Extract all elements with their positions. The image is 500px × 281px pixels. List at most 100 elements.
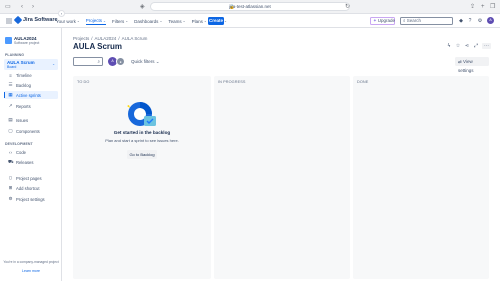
sidebar-item-code[interactable]: ‹› Code bbox=[4, 148, 58, 156]
sliders-icon: ⇌ bbox=[458, 59, 462, 64]
reload-icon[interactable]: ↻ bbox=[345, 3, 350, 11]
sidebar-item-timeline[interactable]: ≡ Timeline bbox=[4, 71, 58, 79]
project-sidebar: AULA2024 Software project PLANNING AULA … bbox=[0, 28, 62, 281]
breadcrumb: Projects / AULA2024/ AULA Scrum bbox=[73, 36, 148, 41]
search-icon: ⌕ bbox=[97, 59, 100, 64]
sidebar-item-add-shortcut[interactable]: ⊞ Add shortcut bbox=[4, 184, 58, 192]
nav-dashboards[interactable]: Dashboards ⌄ bbox=[134, 17, 162, 25]
nav-filters[interactable]: Filters ⌄ bbox=[112, 17, 128, 25]
star-icon[interactable]: ☆ bbox=[455, 43, 461, 49]
search-input[interactable]: ⌕ Search bbox=[400, 17, 453, 25]
nav-teams[interactable]: Teams ⌄ bbox=[168, 17, 185, 25]
sidebar-item-label: Issues bbox=[16, 117, 29, 123]
help-icon[interactable]: ? bbox=[467, 18, 473, 24]
reports-icon: ↗ bbox=[8, 103, 13, 108]
upgrade-button[interactable]: ✦Upgrade bbox=[370, 17, 395, 25]
board-type: Board bbox=[7, 65, 17, 69]
chevron-down-icon: ⌄ bbox=[182, 19, 186, 23]
chevron-left-icon: ‹ bbox=[60, 11, 63, 16]
breadcrumb-board[interactable]: AULA Scrum bbox=[122, 36, 148, 41]
share-icon[interactable]: ⇪ bbox=[470, 3, 475, 11]
sidebar-item-label: Backlog bbox=[16, 82, 31, 88]
nav-menu: Your work ⌄ Projects ⌄ Filters ⌄ Dashboards… bbox=[56, 17, 227, 25]
tabs-icon[interactable]: ❐ bbox=[490, 3, 495, 11]
lightning-icon[interactable]: ϟ bbox=[446, 43, 452, 49]
create-button[interactable]: Create bbox=[208, 17, 224, 25]
sidebar-item-label: Code bbox=[16, 149, 27, 155]
sidebar-item-label: Releases bbox=[16, 159, 34, 165]
sidebar-item-label: Project pages bbox=[16, 175, 42, 181]
jira-logo-icon bbox=[13, 15, 23, 25]
pages-icon: ▯ bbox=[9, 175, 12, 180]
column-header: DONE bbox=[357, 80, 369, 84]
sidebar-item-label: Project settings bbox=[16, 196, 45, 202]
chevron-down-icon: ⌄ bbox=[159, 19, 163, 23]
backlog-icon: ☰ bbox=[8, 82, 13, 87]
nav-projects[interactable]: Projects ⌄ bbox=[85, 17, 106, 25]
learn-more-link[interactable]: Learn more bbox=[0, 269, 62, 273]
sidebar-item-label: Timeline bbox=[16, 72, 32, 78]
project-avatar bbox=[5, 37, 12, 44]
empty-state-title: Get started in the backlog bbox=[113, 130, 171, 135]
view-settings-button[interactable]: ⇌ View settings bbox=[455, 57, 489, 73]
sidebar-item-active-sprints[interactable]: ▦ Active sprints bbox=[4, 91, 58, 99]
notifications-icon[interactable]: ◆ bbox=[458, 18, 464, 24]
forward-icon[interactable]: › bbox=[32, 3, 34, 11]
nav-plans[interactable]: Plans ⌄ bbox=[192, 17, 207, 25]
quick-filters-dropdown[interactable]: Quick filters ⌄ bbox=[131, 59, 160, 65]
unassigned-avatar[interactable]: ● bbox=[116, 57, 125, 66]
issues-icon: ▤ bbox=[8, 117, 13, 122]
app-switcher-icon[interactable] bbox=[6, 18, 12, 24]
sprint-illustration-icon bbox=[127, 102, 156, 126]
board-toolbar: ϟ ☆ ⋖ ⤢ ⋯ bbox=[446, 43, 491, 49]
search-placeholder: Search bbox=[406, 18, 422, 23]
board-icon: ▦ bbox=[8, 92, 13, 97]
chevron-down-icon: ⌄ bbox=[76, 19, 80, 23]
project-header[interactable]: AULA2024 Software project bbox=[5, 36, 39, 45]
nav-your-work[interactable]: Your work ⌄ bbox=[56, 17, 80, 25]
settings-icon[interactable]: ⚙ bbox=[477, 18, 483, 24]
sidebar-item-project-settings[interactable]: ⚙ Project settings bbox=[4, 195, 58, 203]
new-tab-icon[interactable]: + bbox=[481, 3, 485, 11]
sidebar-item-label: Add shortcut bbox=[16, 185, 40, 191]
search-icon: ⌕ bbox=[403, 18, 406, 23]
company-managed-note: You're in a company-managed project bbox=[3, 260, 59, 264]
collapse-sidebar-button[interactable]: ‹ bbox=[58, 10, 65, 17]
releases-icon: ⛟ bbox=[8, 158, 14, 164]
address-bar[interactable]: 🔒 jira-test-atlassian.net bbox=[150, 2, 350, 11]
top-navigation: Jira Software Your work ⌄ Projects ⌄ Filte… bbox=[0, 14, 500, 28]
planning-header: PLANNING bbox=[5, 53, 25, 57]
sidebar-toggle-icon[interactable]: ▭ bbox=[5, 3, 11, 11]
sidebar-item-label: Components bbox=[16, 128, 40, 134]
development-header: DEVELOPMENT bbox=[5, 142, 33, 146]
breadcrumb-projects[interactable]: Projects bbox=[73, 36, 89, 41]
board-selector[interactable]: AULA Scrum Board ⌄ bbox=[4, 59, 58, 70]
more-icon[interactable]: ⋯ bbox=[482, 43, 491, 49]
jira-logo[interactable]: Jira Software bbox=[13, 15, 58, 25]
go-to-backlog-button[interactable]: Go to Backlog bbox=[127, 150, 157, 159]
components-icon: ▢ bbox=[8, 128, 13, 133]
sidebar-item-label: Active sprints bbox=[16, 92, 41, 98]
column-in-progress: IN PROGRESS bbox=[214, 76, 350, 279]
url-text: jira-test-atlassian.net bbox=[229, 4, 271, 9]
sidebar-item-issues[interactable]: ▤ Issues bbox=[4, 116, 58, 124]
sidebar-item-backlog[interactable]: ☰ Backlog bbox=[4, 81, 58, 89]
sidebar-item-project-pages[interactable]: ▯ Project pages bbox=[4, 174, 58, 182]
expand-icon[interactable]: ⤢ bbox=[473, 43, 479, 49]
sidebar-item-releases[interactable]: ⛟ Releases bbox=[4, 158, 58, 166]
board-search-input[interactable]: ⌕ bbox=[73, 57, 103, 66]
sidebar-item-reports[interactable]: ↗ Reports bbox=[4, 102, 58, 110]
project-type: Software project bbox=[14, 41, 40, 45]
chevron-down-icon: ⌄ bbox=[52, 62, 55, 66]
user-avatar[interactable]: A bbox=[487, 17, 494, 24]
breadcrumb-project[interactable]: AULA2024 bbox=[95, 36, 117, 41]
sidebar-item-components[interactable]: ▢ Components bbox=[4, 127, 58, 135]
share-icon[interactable]: ⋖ bbox=[464, 43, 470, 49]
chevron-down-icon: ⌄ bbox=[203, 19, 207, 23]
column-header: TO DO bbox=[77, 80, 90, 84]
chevron-down-icon: ⌄ bbox=[224, 19, 227, 23]
timeline-icon: ≡ bbox=[9, 72, 12, 78]
shield-icon[interactable]: ◈ bbox=[140, 3, 145, 11]
page-title: AULA Scrum bbox=[73, 42, 123, 51]
back-icon[interactable]: ‹ bbox=[21, 3, 23, 11]
